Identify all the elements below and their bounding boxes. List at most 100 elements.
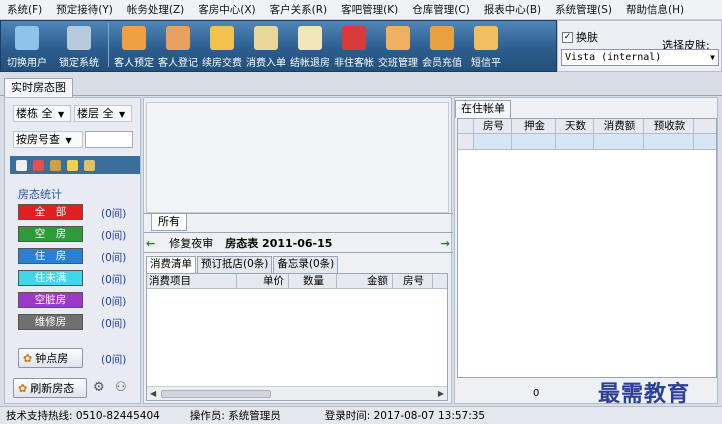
col-room-no[interactable]: 房号 <box>474 119 512 133</box>
tab-room-status[interactable]: 实时房态图 <box>4 78 73 97</box>
toolbar-button-2[interactable]: 客人预定 <box>112 21 156 71</box>
info-icon[interactable] <box>16 159 27 171</box>
tab-all-rooms[interactable]: 所有 <box>151 214 187 231</box>
divider <box>144 213 453 214</box>
stat-vacant-count: (0间) <box>101 230 127 242</box>
table-row[interactable] <box>458 134 716 150</box>
tab-consumption[interactable]: 消费清单 <box>146 256 196 273</box>
room-grid[interactable] <box>146 102 449 213</box>
refresh-status-label: 刷新房态 <box>30 382 75 395</box>
room-status-panel: 所有 ← 修复夜审 房态表 2011-06-15 → 消费清单 预订抵店(0条)… <box>143 97 453 404</box>
horizontal-scrollbar[interactable]: ◀ ▶ <box>147 386 447 400</box>
scroll-right-icon[interactable]: ▶ <box>438 387 444 400</box>
broom-icon[interactable] <box>84 159 95 171</box>
menu-item-6[interactable]: 仓库管理(C) <box>405 2 477 17</box>
refresh-status-button[interactable]: ✿ 刷新房态 <box>13 378 87 398</box>
stat-occupied-button[interactable]: 住 房 <box>18 248 83 264</box>
face-icon[interactable] <box>67 159 78 171</box>
stat-vacant-button[interactable]: 空 房 <box>18 226 83 242</box>
scroll-thumb[interactable] <box>161 390 271 398</box>
stat-partial-count: (0间) <box>101 274 127 286</box>
toolbar-button-label: 锁定系统 <box>59 58 99 69</box>
room-number-input[interactable] <box>85 131 133 148</box>
date-navigation: ← 修复夜审 房态表 2011-06-15 → <box>146 235 450 251</box>
toolbar-button-0[interactable]: 切换用户 <box>1 21 53 71</box>
stats-title: 房态统计 <box>18 188 62 201</box>
toolbar-button-label: 短信平 <box>471 58 501 69</box>
search-mode-dropdown[interactable]: 按房号查 ▼ <box>13 131 83 148</box>
skin-checkbox[interactable]: ✓ 换肤 <box>562 29 598 45</box>
chevron-down-icon[interactable]: ▼ <box>710 50 715 65</box>
toolbar-button-label: 客人预定 <box>114 58 154 69</box>
toolbar-button-1[interactable]: 锁定系统 <box>53 21 105 71</box>
night-audit-link[interactable]: 修复夜审 <box>169 235 213 251</box>
scroll-left-icon[interactable]: ◀ <box>150 387 156 400</box>
building-dropdown[interactable]: 楼栋 全 ▼ <box>13 105 71 122</box>
col-spent[interactable]: 消费额 <box>594 119 644 133</box>
toolbar-button-9[interactable]: 会员充值 <box>420 21 464 71</box>
chevron-down-icon: ▼ <box>58 110 65 119</box>
menu-item-7[interactable]: 报表中心(B) <box>477 2 548 17</box>
toolbar-button-6[interactable]: 结帐退房 <box>288 21 332 71</box>
status-bar: 技术支持热线: 0510-82445404 操作员: 系统管理员 登录时间: 2… <box>0 406 722 424</box>
current-accounts-panel: 在住帐单 房号 押金 天数 消费额 预收款 0 <box>454 97 718 404</box>
col-prepaid[interactable]: 预收款 <box>644 119 694 133</box>
accounts-table-header: 房号 押金 天数 消费额 预收款 <box>458 119 716 134</box>
tab-reservations[interactable]: 预订抵店(0条) <box>197 256 273 273</box>
tab-current-accounts[interactable]: 在住帐单 <box>455 100 511 118</box>
col-amount[interactable]: 金额 <box>337 274 393 288</box>
menu-item-0[interactable]: 系统(F) <box>0 2 49 17</box>
person-icon[interactable] <box>50 159 61 171</box>
toolbar-button-10[interactable]: 短信平 <box>464 21 508 71</box>
consumption-table-header: 消费项目 单价 数量 金额 房号 <box>147 274 447 289</box>
menu-item-1[interactable]: 预定接待(Y) <box>49 2 120 17</box>
toolbar-button-3[interactable]: 客人登记 <box>156 21 200 71</box>
col-days[interactable]: 天数 <box>556 119 594 133</box>
stat-repair-count: (0间) <box>101 318 127 330</box>
floor-value: 全 <box>102 107 114 120</box>
menu-item-8[interactable]: 系统管理(S) <box>548 2 619 17</box>
menu-item-2[interactable]: 帐务处理(Z) <box>120 2 191 17</box>
divider <box>144 252 453 253</box>
row-header <box>458 119 474 133</box>
skin-select[interactable]: Vista (internal) ▼ <box>561 49 719 66</box>
toolbar-button-5[interactable]: 消费入单 <box>244 21 288 71</box>
divider <box>144 232 453 233</box>
col-item[interactable]: 消费项目 <box>147 274 237 288</box>
menu-item-5[interactable]: 客吧管理(K) <box>334 2 405 17</box>
main-toolbar: 切换用户 锁定系统 客人预定 客人登记 续房交费 消费入单 结帐退房 非住客帐 交班管理 会员充值… <box>0 20 557 72</box>
hourly-room-label: 钟点房 <box>35 352 69 365</box>
checkout-icon <box>298 26 322 50</box>
toolbar-button-7[interactable]: 非住客帐 <box>332 21 376 71</box>
stat-all-button[interactable]: 全 部 <box>18 204 83 220</box>
checkbox-check-icon[interactable]: ✓ <box>562 31 573 43</box>
menu-item-4[interactable]: 客户关系(R) <box>263 2 335 17</box>
sms-icon <box>474 26 498 50</box>
next-day-arrow-icon[interactable]: → <box>441 237 450 250</box>
login-time: 登录时间: 2017-08-07 13:57:35 <box>324 410 486 422</box>
toolbar-button-4[interactable]: 续房交费 <box>200 21 244 71</box>
hourly-room-button[interactable]: ✿ 钟点房 <box>18 348 83 368</box>
chevron-down-icon: ▼ <box>65 136 72 145</box>
col-qty[interactable]: 数量 <box>289 274 337 288</box>
home-icon[interactable] <box>33 159 44 171</box>
filter-sidebar: 楼栋 全 ▼ 楼层 全 ▼ 按房号查 ▼ 房态统计 全 部 (0间) 空 房 (… <box>4 97 141 404</box>
tools-icon[interactable]: ⚙ <box>93 380 105 395</box>
building-label: 楼栋 <box>16 107 38 120</box>
toolbar-button-8[interactable]: 交班管理 <box>376 21 420 71</box>
menu-item-3[interactable]: 客房中心(X) <box>191 2 262 17</box>
stat-repair-button[interactable]: 维修房 <box>18 314 83 330</box>
stat-partial-button[interactable]: 住未满 <box>18 270 83 286</box>
floor-dropdown[interactable]: 楼层 全 ▼ <box>74 105 132 122</box>
prev-day-arrow-icon[interactable]: ← <box>146 237 155 250</box>
handover-icon <box>386 26 410 50</box>
refresh-icon: ✿ <box>18 381 28 395</box>
clipboard-icon <box>254 26 278 50</box>
col-room[interactable]: 房号 <box>393 274 433 288</box>
group-icon[interactable]: ⚇ <box>115 380 127 395</box>
tab-memo[interactable]: 备忘录(0条) <box>273 256 339 273</box>
col-price[interactable]: 单价 <box>237 274 289 288</box>
col-deposit[interactable]: 押金 <box>512 119 556 133</box>
menu-item-9[interactable]: 帮助信息(H) <box>619 2 691 17</box>
stat-dirty-button[interactable]: 空脏房 <box>18 292 83 308</box>
